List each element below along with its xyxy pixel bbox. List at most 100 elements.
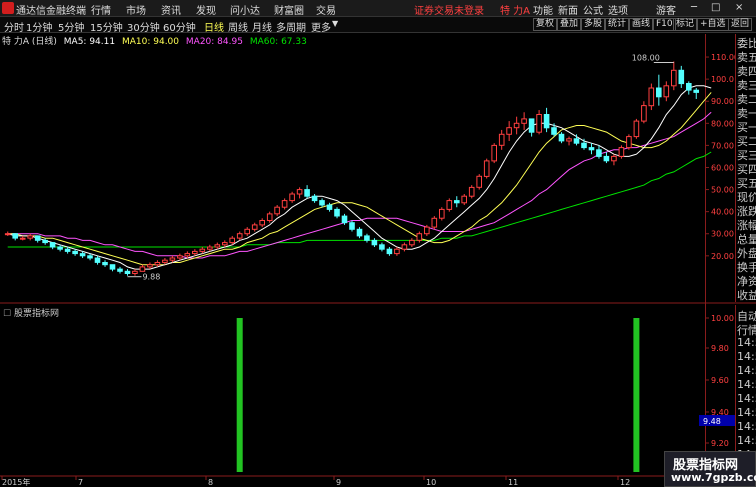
candle-body	[656, 87, 662, 98]
candle-body	[641, 105, 647, 122]
indicator-current-box	[699, 415, 735, 426]
candle-body	[648, 87, 655, 107]
candle-body	[154, 262, 161, 266]
indicator-axis-label: 9.60	[711, 376, 729, 385]
candle-body	[356, 228, 363, 237]
add-watchlist-button[interactable]: +自选	[697, 18, 729, 31]
rights-adjust-button[interactable]: 复权	[533, 18, 558, 31]
x-axis-label: 2015年	[2, 477, 30, 487]
tick-time: 14:56	[737, 392, 756, 405]
period-1min[interactable]: 1分钟	[26, 19, 52, 34]
period-monthly[interactable]: 月线	[252, 19, 272, 34]
candle-body	[266, 213, 273, 221]
menu-item-quotes[interactable]: 行情	[91, 2, 111, 17]
menu-item-formula[interactable]: 公式	[583, 2, 603, 17]
candle-body	[581, 142, 587, 149]
candle-body	[214, 244, 221, 248]
candle-body	[439, 208, 445, 219]
price-axis-label: 20.00	[711, 252, 734, 261]
close-icon[interactable]: ×	[735, 2, 743, 13]
candle-body	[72, 250, 78, 255]
menu-item-wealth[interactable]: 财富圈	[274, 2, 304, 17]
candle-body	[147, 264, 153, 268]
candle-body	[521, 118, 527, 124]
candle-body	[693, 89, 700, 93]
multi-stock-button[interactable]: 多股	[581, 18, 606, 31]
candle-body	[618, 147, 625, 157]
candle-body	[424, 226, 430, 235]
maximize-icon[interactable]: □	[711, 2, 720, 13]
candle-body	[192, 250, 198, 255]
x-axis-label: 7	[78, 478, 83, 487]
indicator-title: ☐ 股票指标网	[3, 306, 59, 319]
indicator-name: 股票指标网	[13, 309, 59, 319]
candle-body	[416, 233, 423, 241]
ma60-label: MA60: 67.33	[249, 37, 307, 47]
menu-item-discover[interactable]: 发现	[196, 2, 216, 17]
ma20-label: MA20: 84.95	[185, 37, 243, 47]
candle-body	[663, 85, 670, 98]
candle-body	[184, 253, 191, 257]
period-15min[interactable]: 15分钟	[90, 19, 123, 34]
candle-body	[49, 242, 56, 248]
watermark: 股票指标网 www.7gpzb.com	[664, 451, 756, 487]
mark-button[interactable]: 标记	[673, 18, 698, 31]
candle-body	[476, 175, 482, 188]
candle-body	[94, 257, 101, 263]
menu-item-trade[interactable]: 交易	[316, 2, 336, 17]
period-5min[interactable]: 5分钟	[58, 19, 84, 34]
candle-body	[244, 228, 250, 235]
candle-body	[79, 253, 86, 257]
stock-title: 特 力A (日线)	[2, 37, 57, 47]
candle-body	[169, 257, 176, 261]
chevron-down-icon[interactable]: ▼	[332, 19, 338, 28]
price-axis-label: 30.00	[711, 230, 734, 239]
overlay-button[interactable]: 叠加	[557, 18, 582, 31]
candle-body	[491, 144, 497, 162]
indicator-axis-label: 9.40	[711, 408, 729, 417]
stats-button[interactable]: 统计	[605, 18, 630, 31]
candle-body	[281, 200, 288, 208]
period-30min[interactable]: 30分钟	[127, 19, 160, 34]
period-weekly[interactable]: 周线	[228, 19, 248, 34]
candle-body	[34, 235, 41, 241]
price-axis-label: 80.00	[711, 119, 734, 128]
candle-body	[611, 155, 617, 162]
menu-item-news[interactable]: 资讯	[161, 2, 181, 17]
candle-body	[251, 224, 258, 230]
menu-item-newpage[interactable]: 新面	[558, 2, 578, 17]
candle-body	[394, 248, 400, 255]
candle-body	[588, 147, 595, 151]
indicator-axis-label: 9.80	[711, 344, 729, 353]
menu-item-options[interactable]: 选项	[608, 2, 628, 17]
tick-time: 14:56	[737, 378, 756, 391]
chart-title-line: 特 力A (日线) MA5: 94.11 MA10: 94.00 MA20: 8…	[0, 34, 311, 47]
tick-time: 14:56	[737, 434, 756, 447]
candle-body	[124, 270, 131, 274]
login-alert[interactable]: 证券交易未登录	[414, 2, 484, 17]
period-more[interactable]: 更多	[311, 19, 331, 34]
period-intraday[interactable]: 分时	[4, 19, 24, 34]
minimize-icon[interactable]: ─	[691, 2, 697, 13]
candle-body	[566, 138, 572, 142]
candle-body	[513, 122, 520, 129]
candle-body	[528, 118, 535, 133]
user-label[interactable]: 游客	[656, 2, 676, 17]
candle-body	[132, 270, 138, 274]
candle-body	[27, 235, 33, 239]
candle-body	[207, 246, 213, 250]
period-60min[interactable]: 60分钟	[163, 19, 196, 34]
x-axis-label: 8	[208, 478, 213, 487]
period-multi[interactable]: 多周期	[276, 19, 306, 34]
menu-item-market[interactable]: 市场	[126, 2, 146, 17]
menu-item-function[interactable]: 功能	[533, 2, 553, 17]
draw-line-button[interactable]: 画线	[629, 18, 654, 31]
period-daily[interactable]: 日线	[204, 19, 224, 34]
candle-body	[4, 233, 11, 236]
price-axis-label: 60.00	[711, 163, 734, 172]
back-button[interactable]: 返回	[728, 18, 753, 31]
candle-body	[304, 189, 310, 197]
menu-item-assistant[interactable]: 问小达	[230, 2, 260, 17]
app-logo-icon	[2, 2, 14, 14]
quote-field-label: 收益	[737, 289, 756, 302]
